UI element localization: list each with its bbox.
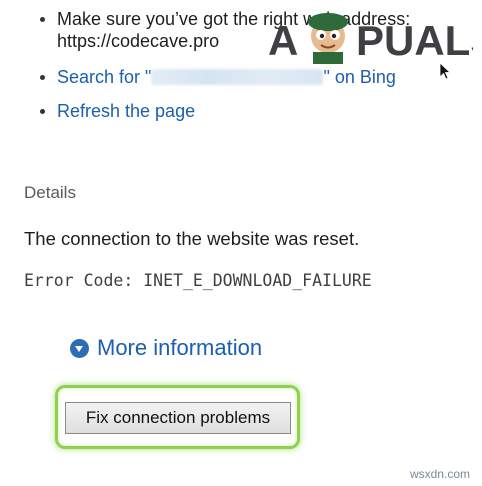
watermark: wsxdn.com <box>409 467 470 481</box>
suggestion-refresh[interactable]: Refresh the page <box>40 100 460 122</box>
refresh-page-link[interactable]: Refresh the page <box>57 101 195 121</box>
more-information-toggle[interactable]: More information <box>70 335 262 361</box>
suggestion-search-bing[interactable]: Search for " " on Bing <box>40 66 460 88</box>
search-suffix-link[interactable]: " on Bing <box>323 67 395 87</box>
svg-text:PUALS: PUALS <box>356 17 473 64</box>
details-heading: Details <box>24 183 76 202</box>
svg-text:A: A <box>268 17 298 64</box>
mouse-pointer-icon <box>439 62 451 80</box>
search-prefix-link[interactable]: Search for " <box>57 67 151 87</box>
appuals-logo: A PUALS <box>268 13 473 64</box>
address-url-text: https://codecave.pro <box>57 31 220 51</box>
error-code-text: Error Code: INET_E_DOWNLOAD_FAILURE <box>24 271 372 290</box>
blurred-search-term <box>151 69 324 85</box>
chevron-down-circle-icon[interactable] <box>70 338 89 358</box>
connection-reset-message: The connection to the website was reset. <box>24 228 360 249</box>
more-information-label[interactable]: More information <box>97 335 262 361</box>
fix-connection-problems-button[interactable]: Fix connection problems <box>65 402 291 434</box>
